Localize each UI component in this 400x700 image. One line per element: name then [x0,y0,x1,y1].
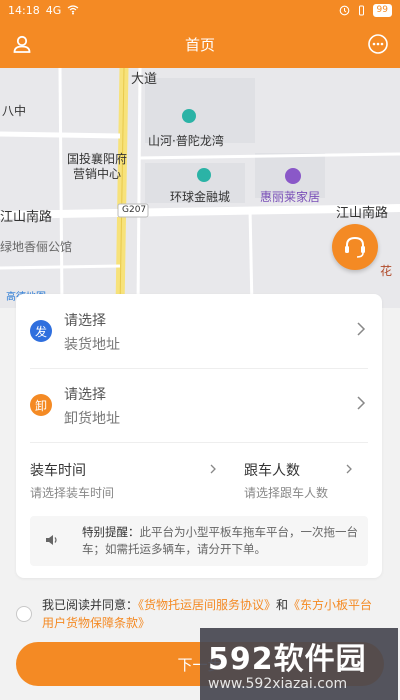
pickup-label: 装货地址 [64,337,120,353]
map-view[interactable]: 大道 八中 山河·普陀龙湾 国投襄阳府 营销中心 环球金融城 惠丽莱家居 江山南… [0,68,400,308]
map-label-lvdi: 绿地香俪公馆 [0,240,73,254]
signal-text: 4G [45,3,62,17]
followers-picker[interactable]: 跟车人数 请选择跟车人数 [244,444,400,504]
chevron-right-icon [357,322,366,336]
load-time-picker[interactable]: 装车时间 请选择装车时间 [30,444,216,504]
dropoff-label: 卸货地址 [64,411,120,427]
map-label-shanhe: 山河·普陀龙湾 [148,134,224,148]
chevron-right-icon [346,464,352,474]
alarm-icon [339,5,349,15]
divider [30,442,368,443]
notice-title: 特别提醒： [82,525,140,539]
status-bar: 14:18 4G 99 [0,0,400,20]
agreement-text: 我已阅读并同意：《货物托运居间服务协议》和《东方小板平台用户货物保障条款》 [42,596,382,632]
agree-radio[interactable] [16,606,32,622]
status-time: 14:18 [8,3,40,17]
customer-service-button[interactable] [332,224,378,270]
map-label-hua: 花 [380,264,393,278]
agreement-link-service[interactable]: 《货物托运居间服务协议》 [138,598,276,612]
customer-service-icon [345,236,365,258]
pickup-badge: 发 [30,320,52,342]
map-label-jiangshan-left: 江山南路 [0,210,53,225]
more-icon [368,34,388,54]
vibrate-icon [358,5,364,15]
chevron-right-icon [357,396,366,410]
map-label-g207: G207 [122,205,147,215]
followers-placeholder: 请选择跟车人数 [244,486,329,500]
load-time-title: 装车时间 [30,463,86,479]
more-button[interactable] [366,32,390,56]
speaker-icon [46,535,57,545]
watermark-title: 592软件园 [208,642,367,677]
map-label-dadao: 大道 [131,72,158,87]
agreement-prefix: 我已阅读并同意： [42,598,139,612]
map-label-yingxiao: 营销中心 [73,167,122,181]
watermark-url: www.592xiazai.com [208,676,348,692]
user-icon [13,35,31,53]
followers-title: 跟车人数 [244,463,300,479]
app-header: 首页 [0,20,400,68]
agreement-and: 和 [276,598,289,612]
dropoff-placeholder: 请选择 [64,387,106,403]
special-notice: 特别提醒：此平台为小型平板车拖车平台，一次拖一台车；如需托运多辆车，请分开下单。 [30,516,368,566]
pickup-address-row[interactable]: 发 请选择 装货地址 [16,294,382,368]
order-form-card: 发 请选择 装货地址 卸 请选择 卸货地址 装车时间 请选择装车时间 跟车人数 … [16,294,382,578]
watermark: 592软件园 www.592xiazai.com [200,628,398,700]
chevron-right-icon [210,464,216,474]
dropoff-address-row[interactable]: 卸 请选择 卸货地址 [16,368,382,442]
map-label-bazhong: 八中 [2,104,27,118]
page-title: 首页 [184,35,215,54]
map-label-jiangshan-right: 江山南路 [336,206,389,221]
map-label-huanqiu: 环球金融城 [170,190,231,204]
wifi-icon [67,5,79,15]
dropoff-badge: 卸 [30,394,52,416]
load-time-placeholder: 请选择装车时间 [30,486,115,500]
user-button[interactable] [10,32,34,56]
time-follower-row: 装车时间 请选择装车时间 跟车人数 请选择跟车人数 [16,444,382,504]
notice-text: 特别提醒：此平台为小型平板车拖车平台，一次拖一台车；如需托运多辆车，请分开下单。 [82,524,358,558]
map-label-huili: 惠丽莱家居 [260,190,321,204]
battery-indicator: 99 [372,3,392,17]
pickup-placeholder: 请选择 [64,313,106,329]
